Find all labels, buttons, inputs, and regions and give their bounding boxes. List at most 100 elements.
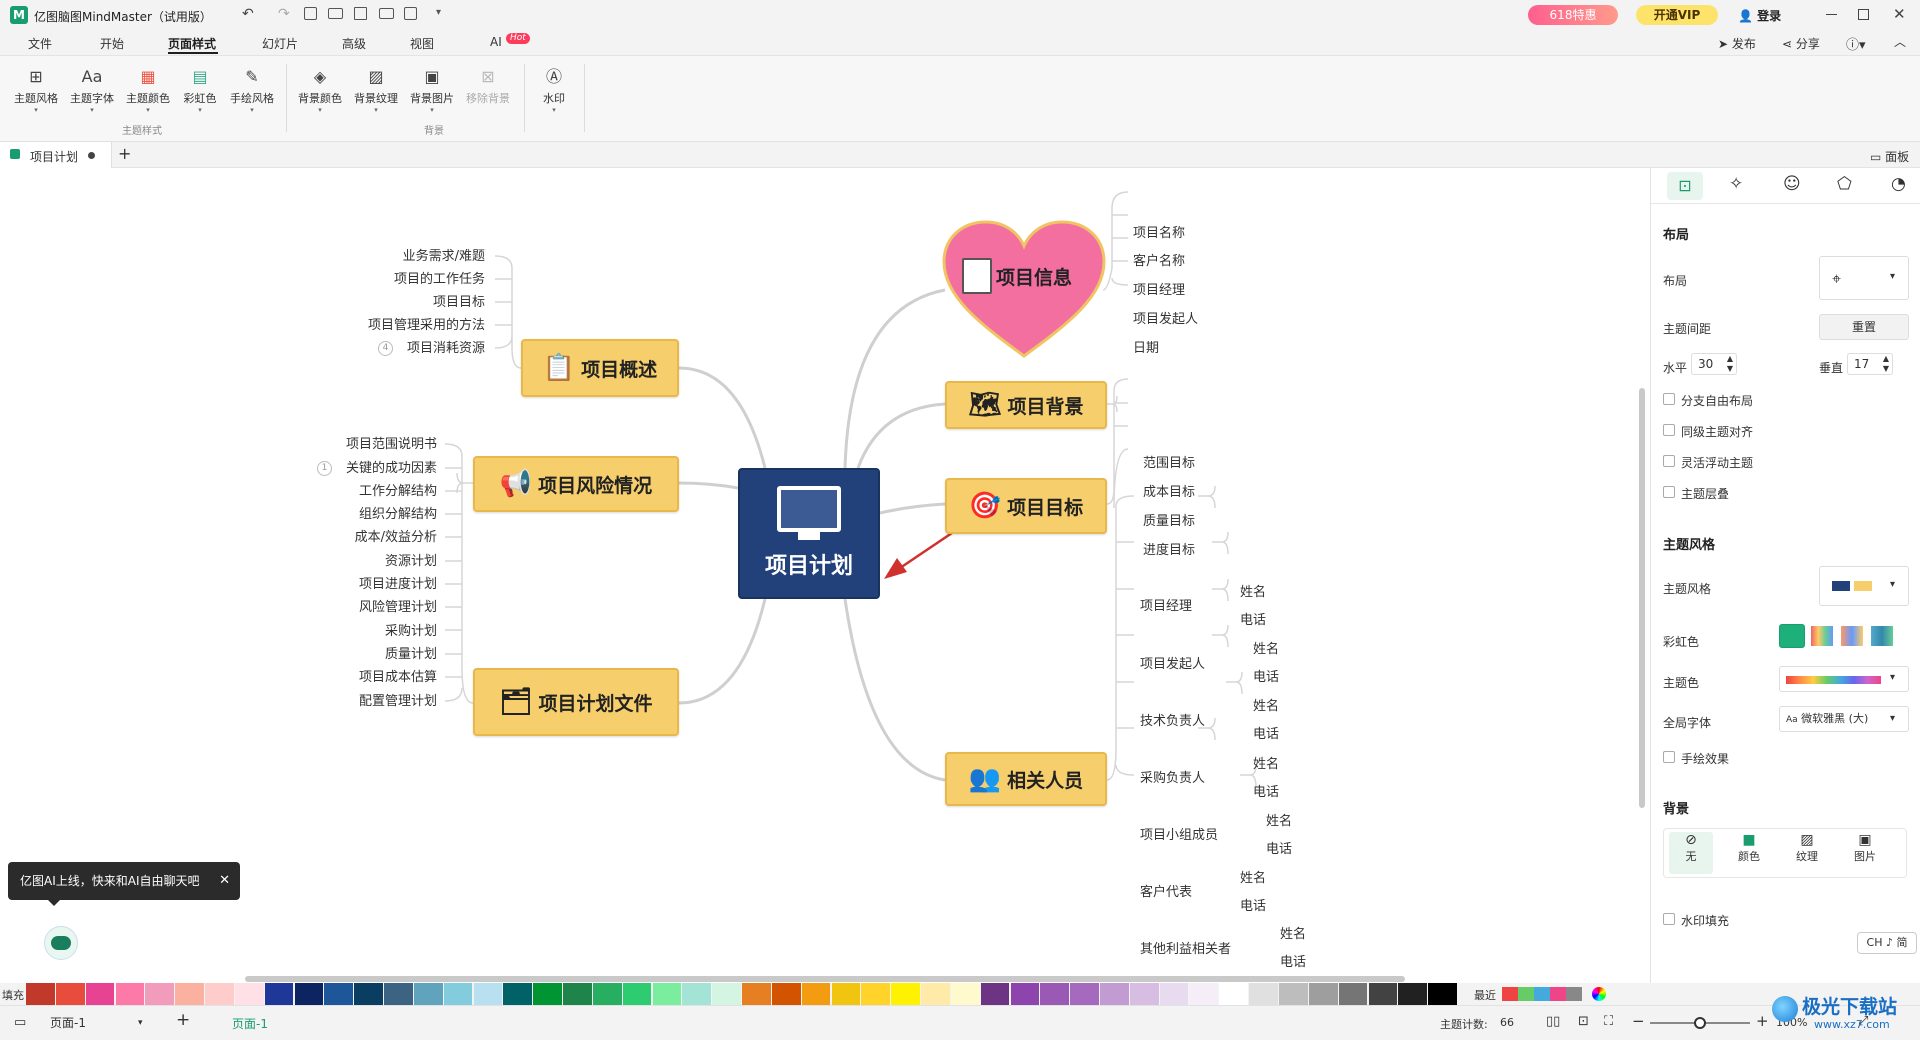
redo-icon[interactable]: ↷ [278, 6, 290, 22]
collapsed-branch-count[interactable]: 4 [378, 341, 393, 356]
collapse-ribbon-icon[interactable]: ︿ [1894, 33, 1906, 50]
overlap-checkbox[interactable] [1663, 486, 1675, 498]
horizontal-spacing-input[interactable]: 30 ▲ ▼ [1691, 353, 1737, 375]
palette-swatch[interactable] [682, 983, 712, 1005]
palette-swatch[interactable] [354, 983, 383, 1005]
topic-plan-documents[interactable]: 🗂 项目计划文件 [473, 668, 679, 736]
topic-project-background[interactable]: 🗺 项目背景 [945, 381, 1107, 429]
minimize-icon[interactable] [1826, 14, 1837, 15]
watermark-button[interactable]: Ⓐ 水印 ▾ [528, 66, 580, 120]
palette-swatch[interactable] [1249, 983, 1278, 1005]
menu-ai[interactable]: AI [490, 35, 502, 49]
zoom-in-icon[interactable]: + [1756, 1012, 1769, 1030]
palette-swatch[interactable] [26, 983, 55, 1005]
palette-swatch[interactable] [801, 983, 831, 1005]
subtopic[interactable]: 项目管理采用的方法 [315, 318, 485, 334]
rainbow-option[interactable] [1811, 626, 1833, 646]
add-page-button[interactable]: + [176, 1010, 190, 1030]
rainbow-button[interactable]: ▤ 彩虹色 ▾ [174, 66, 226, 120]
menu-page-style[interactable]: 页面样式 [168, 35, 216, 52]
layout-select[interactable]: ⌖ ▾ [1819, 256, 1909, 300]
subtopic[interactable]: 日期 [1133, 341, 1159, 357]
palette-swatch[interactable] [234, 983, 264, 1005]
promo-badge[interactable]: 618特惠 [1528, 5, 1618, 25]
subtopic[interactable]: 姓名 [1253, 699, 1279, 715]
bg-color-button[interactable]: ◈ 背景颜色 ▾ [294, 66, 346, 120]
bg-color-option[interactable]: ■ 颜色 [1727, 832, 1771, 874]
palette-swatch[interactable] [771, 983, 801, 1005]
layout-tab-icon[interactable]: ⊡ [1667, 172, 1703, 200]
subtopic[interactable]: 电话 [1253, 785, 1279, 801]
ime-indicator[interactable]: CH ♪ 简 [1857, 932, 1917, 954]
palette-swatch[interactable] [1010, 983, 1040, 1005]
subtopic[interactable]: 资源计划 [265, 554, 437, 570]
open-folder-icon[interactable] [328, 8, 343, 19]
horizontal-scrollbar[interactable] [245, 976, 1405, 982]
mindmap-canvas[interactable]: 项目计划 项目信息 🗺 项目背景 🎯 项目目标 👥 相关人员 📋 项目概述 📢 项目风险情… [0, 168, 1650, 983]
palette-swatch[interactable] [712, 983, 741, 1005]
export-icon[interactable] [404, 7, 417, 20]
zoom-out-icon[interactable]: − [1632, 1012, 1645, 1030]
menu-start[interactable]: 开始 [100, 35, 124, 52]
zoom-slider[interactable] [1650, 1017, 1750, 1029]
vertical-scrollbar[interactable] [1639, 388, 1645, 808]
color-wheel-icon[interactable] [1592, 987, 1606, 1001]
palette-swatch[interactable] [175, 983, 204, 1005]
menu-view[interactable]: 视图 [410, 35, 434, 52]
palette-swatch[interactable] [652, 983, 682, 1005]
subtopic[interactable]: 范围目标 [1143, 456, 1195, 472]
bg-image-button[interactable]: ▣ 背景图片 ▾ [406, 66, 458, 120]
subtopic[interactable]: 项目发起人 [1133, 312, 1198, 328]
subtopic-role[interactable]: 项目发起人 [1140, 657, 1205, 673]
subtopic[interactable]: 电话 [1266, 842, 1292, 858]
remove-bg-button[interactable]: ⊠ 移除背景 [462, 66, 514, 120]
subtopic[interactable]: 电话 [1240, 899, 1266, 915]
topic-project-risk[interactable]: 📢 项目风险情况 [473, 456, 679, 512]
rainbow-option[interactable] [1871, 626, 1893, 646]
page-tab[interactable]: 页面-1 [232, 1015, 268, 1032]
palette-swatch[interactable] [1279, 983, 1308, 1005]
bg-texture-option[interactable]: ▨ 纹理 [1785, 832, 1829, 874]
theme-color-button[interactable]: ▦ 主题颜色 ▾ [122, 66, 174, 120]
hand-drawn-button[interactable]: ✎ 手绘风格 ▾ [226, 66, 278, 120]
subtopic[interactable]: 姓名 [1253, 642, 1279, 658]
palette-swatch[interactable] [563, 983, 592, 1005]
reset-button[interactable]: 重置 [1819, 314, 1909, 340]
subtopic[interactable]: 项目进度计划 [265, 577, 437, 593]
subtopic[interactable]: 组织分解结构 [265, 507, 437, 523]
topic-project-info[interactable]: 项目信息 [962, 258, 1086, 294]
rainbow-option-selected[interactable] [1779, 624, 1805, 648]
book-view-icon[interactable]: ▯▯ [1546, 1014, 1560, 1029]
new-file-icon[interactable] [304, 7, 317, 20]
palette-swatch[interactable] [831, 983, 861, 1005]
palette-swatch[interactable] [891, 983, 920, 1005]
fullscreen-icon[interactable]: ⛶ [1604, 1014, 1613, 1029]
palette-swatch[interactable] [1219, 983, 1249, 1005]
palette-swatch[interactable] [921, 983, 950, 1005]
subtopic[interactable]: 关键的成功因素 [265, 461, 437, 477]
marker-tab-icon[interactable]: ☺ [1783, 174, 1801, 194]
help-icon[interactable]: ⓘ▾ [1846, 34, 1866, 53]
palette-swatch[interactable] [115, 983, 145, 1005]
customize-toolbar-icon[interactable]: ▾ [436, 7, 441, 18]
palette-swatches[interactable] [26, 983, 1458, 1005]
theme-font-button[interactable]: Aa 主题字体 ▾ [66, 66, 118, 120]
subtopic[interactable]: 质量目标 [1143, 514, 1195, 530]
palette-swatch[interactable] [950, 983, 980, 1005]
subtopic-role[interactable]: 其他利益相关者 [1140, 942, 1231, 958]
subtopic[interactable]: 姓名 [1240, 871, 1266, 887]
palette-swatch[interactable] [1338, 983, 1368, 1005]
palette-swatch[interactable] [861, 983, 891, 1005]
theme-style-button[interactable]: ⊞ 主题风格 ▾ [10, 66, 62, 120]
palette-swatch[interactable] [294, 983, 324, 1005]
subtopic-role[interactable]: 项目经理 [1140, 599, 1192, 615]
menu-file[interactable]: 文件 [28, 35, 52, 52]
palette-swatch[interactable] [742, 983, 771, 1005]
stepper-icon[interactable]: ▲ ▼ [1727, 354, 1733, 374]
palette-swatch[interactable] [1040, 983, 1070, 1005]
fit-page-icon[interactable]: ⊡ [1578, 1014, 1589, 1029]
close-tip-icon[interactable]: ✕ [219, 862, 230, 900]
palette-swatch[interactable] [145, 983, 175, 1005]
handdrawn-checkbox[interactable] [1663, 751, 1675, 763]
palette-swatch[interactable] [384, 983, 413, 1005]
